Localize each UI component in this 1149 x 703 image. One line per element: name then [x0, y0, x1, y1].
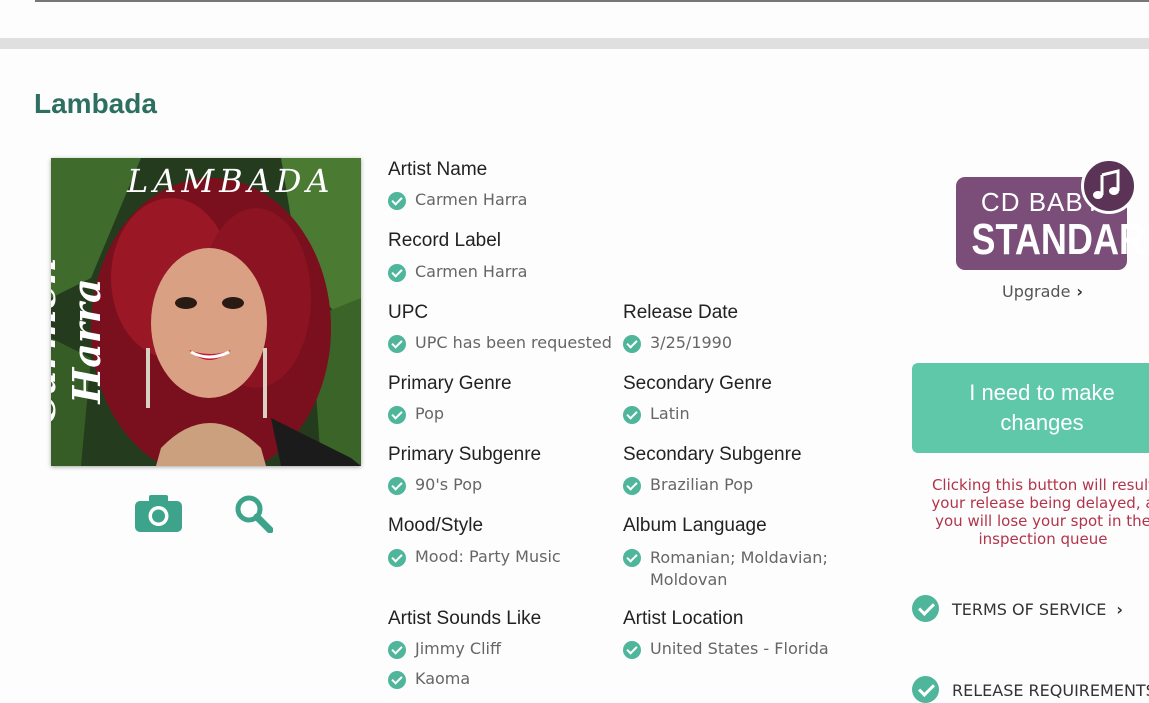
cover-title-text: LAMBADA [127, 162, 335, 200]
artist-sounds-like-text: Jimmy Cliff [415, 639, 501, 658]
artist-name-text: Carmen Harra [415, 190, 528, 209]
warning-line: Clicking this button will result [931, 476, 1149, 494]
check-icon [388, 549, 406, 567]
secondary-subgenre-text: Brazilian Pop [650, 475, 754, 494]
primary-genre-value: Pop [388, 404, 445, 424]
make-changes-label-line2: changes [1000, 410, 1084, 435]
primary-subgenre-text: 90's Pop [415, 475, 483, 494]
check-icon [623, 406, 641, 424]
upc-text: UPC has been requested [415, 333, 612, 352]
primary-subgenre-value: 90's Pop [388, 475, 483, 495]
top-divider [35, 0, 1149, 2]
check-icon [623, 641, 641, 659]
secondary-subgenre-label: Secondary Subgenre [623, 444, 802, 465]
warning-line: your release being delayed, a [931, 494, 1149, 512]
warning-line: inspection queue [978, 530, 1108, 548]
section-separator [0, 38, 1149, 49]
release-date-value: 3/25/1990 [623, 333, 733, 353]
requirements-label: RELEASE REQUIREMENTS [952, 681, 1149, 700]
artist-sounds-like-label: Artist Sounds Like [388, 608, 542, 629]
terms-of-service-link[interactable]: TERMS OF SERVICE › [912, 595, 1123, 622]
primary-subgenre-label: Primary Subgenre [388, 444, 542, 465]
check-icon [388, 671, 406, 689]
secondary-subgenre-value: Brazilian Pop [623, 475, 754, 495]
chevron-right-icon: › [1076, 282, 1083, 301]
check-icon [388, 406, 406, 424]
album-cover: LAMBADA Carmen Harra [51, 158, 361, 466]
secondary-genre-text: Latin [650, 404, 690, 423]
album-language-text-line1: Romanian; Moldavian; [650, 548, 828, 567]
artist-sounds-like-value: Kaoma [388, 669, 471, 689]
check-icon [388, 192, 406, 210]
record-label-label: Record Label [388, 230, 502, 251]
primary-genre-label: Primary Genre [388, 373, 512, 394]
release-date-label: Release Date [623, 302, 739, 323]
secondary-genre-label: Secondary Genre [623, 373, 772, 394]
cover-artist-text: Carmen Harra [51, 257, 109, 425]
release-requirements-link[interactable]: RELEASE REQUIREMENTS [912, 676, 1149, 703]
check-icon [912, 676, 939, 703]
mood-style-label: Mood/Style [388, 515, 484, 536]
check-icon [388, 335, 406, 353]
check-icon [623, 549, 641, 567]
primary-genre-text: Pop [415, 404, 445, 423]
make-changes-button[interactable]: I need to make changes [912, 363, 1149, 453]
artist-location-value: United States - Florida [623, 639, 829, 659]
check-icon [623, 335, 641, 353]
mood-style-value: Mood: Party Music [388, 547, 561, 567]
music-note-icon [1081, 158, 1137, 214]
camera-icon[interactable] [135, 494, 182, 536]
artist-name-value: Carmen Harra [388, 190, 528, 210]
delay-warning: Clicking this button will result your re… [912, 476, 1149, 548]
artist-sounds-like-text: Kaoma [415, 669, 471, 688]
release-title: Lambada [34, 88, 157, 119]
check-icon [912, 595, 939, 622]
artist-location-text: United States - Florida [650, 639, 829, 658]
album-language-value: Romanian; Moldavian; Moldovan [623, 547, 828, 591]
upc-label: UPC [388, 302, 429, 323]
record-label-value: Carmen Harra [388, 262, 528, 282]
make-changes-label-line1: I need to make [969, 380, 1115, 405]
mood-style-text: Mood: Party Music [415, 547, 561, 566]
check-icon [388, 641, 406, 659]
chevron-right-icon: › [1116, 600, 1123, 619]
artist-sounds-like-value: Jimmy Cliff [388, 639, 501, 659]
secondary-genre-value: Latin [623, 404, 690, 424]
warning-line: you will lose your spot in the [935, 512, 1149, 530]
check-icon [388, 264, 406, 282]
check-icon [388, 477, 406, 495]
album-language-text-line2: Moldovan [650, 570, 728, 589]
album-language-label: Album Language [623, 515, 767, 536]
release-date-text: 3/25/1990 [650, 333, 733, 352]
record-label-text: Carmen Harra [415, 262, 528, 281]
badge-line2: STANDARD [971, 215, 1149, 264]
upc-value: UPC has been requested [388, 333, 612, 353]
artist-name-label: Artist Name [388, 159, 488, 180]
check-icon [623, 477, 641, 495]
artist-location-label: Artist Location [623, 608, 744, 629]
terms-label: TERMS OF SERVICE [952, 600, 1107, 619]
upgrade-link[interactable]: Upgrade › [1002, 282, 1083, 301]
search-icon[interactable] [235, 495, 274, 537]
upgrade-label: Upgrade [1002, 282, 1071, 301]
